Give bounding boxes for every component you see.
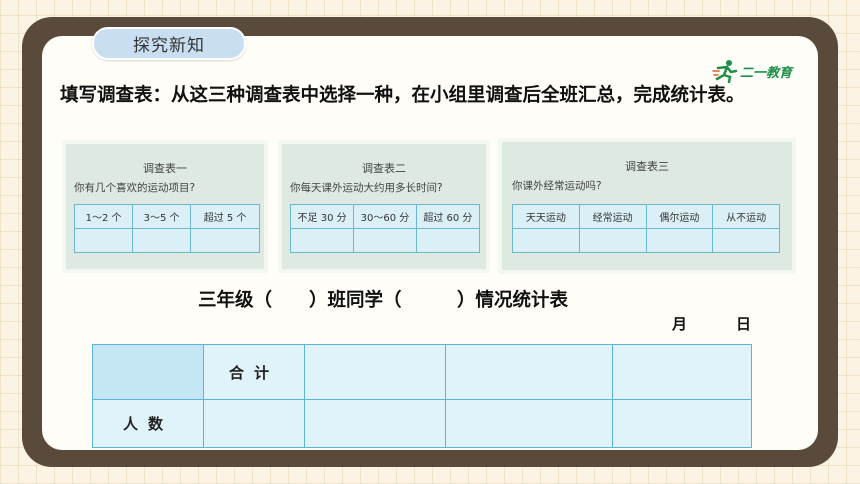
survey-count-cell[interactable] [132,228,192,253]
survey-table-3: 天天运动 经常运动 偶尔运动 从不运动 [512,204,780,253]
count-cell[interactable] [445,399,613,448]
count-cell[interactable] [612,399,752,448]
stats-corner-cell [92,344,204,400]
brand-logo: 二一教育 [712,58,812,84]
total-header-cell: 合计 [203,344,305,400]
survey-option: 天天运动 [512,204,580,229]
survey-count-cell[interactable] [190,228,260,253]
survey-option: 从不运动 [712,204,780,229]
survey-count-cell[interactable] [415,228,481,253]
survey-count-cell[interactable] [712,228,780,253]
survey-option: 30～60 分 [353,204,417,229]
count-cell[interactable] [304,399,446,448]
survey-card-question: 你课外经常运动吗? [512,180,602,192]
category-header-cell[interactable] [612,344,752,400]
survey-card-title: 调查表三 [625,160,669,173]
instruction-text: 填写调查表：从这三种调查表中选择一种，在小组里调查后全班汇总，完成统计表。 [60,85,745,106]
people-label: 人数 [122,415,173,433]
survey-count-cell[interactable] [73,228,134,253]
survey-option: 超过 60 分 [415,204,481,229]
total-label: 合计 [228,363,279,382]
survey-option: 1～2 个 [73,204,134,229]
survey-table-2: 不足 30 分 30～60 分 超过 60 分 [289,204,481,253]
survey-card-2: 调查表二 你每天课外运动大约用多长时间? 不足 30 分 30～60 分 超过 … [278,140,490,273]
survey-option: 经常运动 [578,204,647,229]
count-cell[interactable] [203,399,305,448]
survey-count-cell[interactable] [289,228,355,253]
category-header-cell[interactable] [445,344,613,400]
people-header-cell: 人数 [92,399,204,448]
survey-option: 不足 30 分 [289,204,355,229]
survey-card-title: 调查表二 [362,162,406,175]
survey-count-cell[interactable] [512,228,580,253]
runner-icon [712,60,738,83]
section-tab-label: 探究新知 [133,36,205,56]
survey-count-cell[interactable] [578,228,647,253]
stats-table-title: 三年级（ ）班同学（ ）情况统计表 [198,290,569,311]
stats-table: 合计 人数 [92,344,752,448]
category-header-cell[interactable] [304,344,446,400]
survey-option: 超过 5 个 [190,204,260,229]
survey-card-question: 你每天课外运动大约用多长时间? [290,182,443,194]
survey-count-cell[interactable] [645,228,714,253]
survey-option: 偶尔运动 [645,204,714,229]
survey-count-cell[interactable] [353,228,417,253]
logo-text: 二一教育 [740,65,793,81]
survey-card-title: 调查表一 [143,162,187,175]
month-label: 月 [672,315,688,333]
survey-option: 3～5 个 [132,204,192,229]
survey-card-3: 调查表三 你课外经常运动吗? 天天运动 经常运动 偶尔运动 从不运动 [498,138,796,274]
survey-card-question: 你有几个喜欢的运动项目? [74,182,196,194]
section-tab[interactable]: 探究新知 [92,27,246,60]
survey-table-1: 1～2 个 3～5 个 超过 5 个 [73,204,260,253]
survey-card-1: 调查表一 你有几个喜欢的运动项目? 1～2 个 3～5 个 超过 5 个 [62,140,268,273]
day-label: 日 [736,315,752,333]
